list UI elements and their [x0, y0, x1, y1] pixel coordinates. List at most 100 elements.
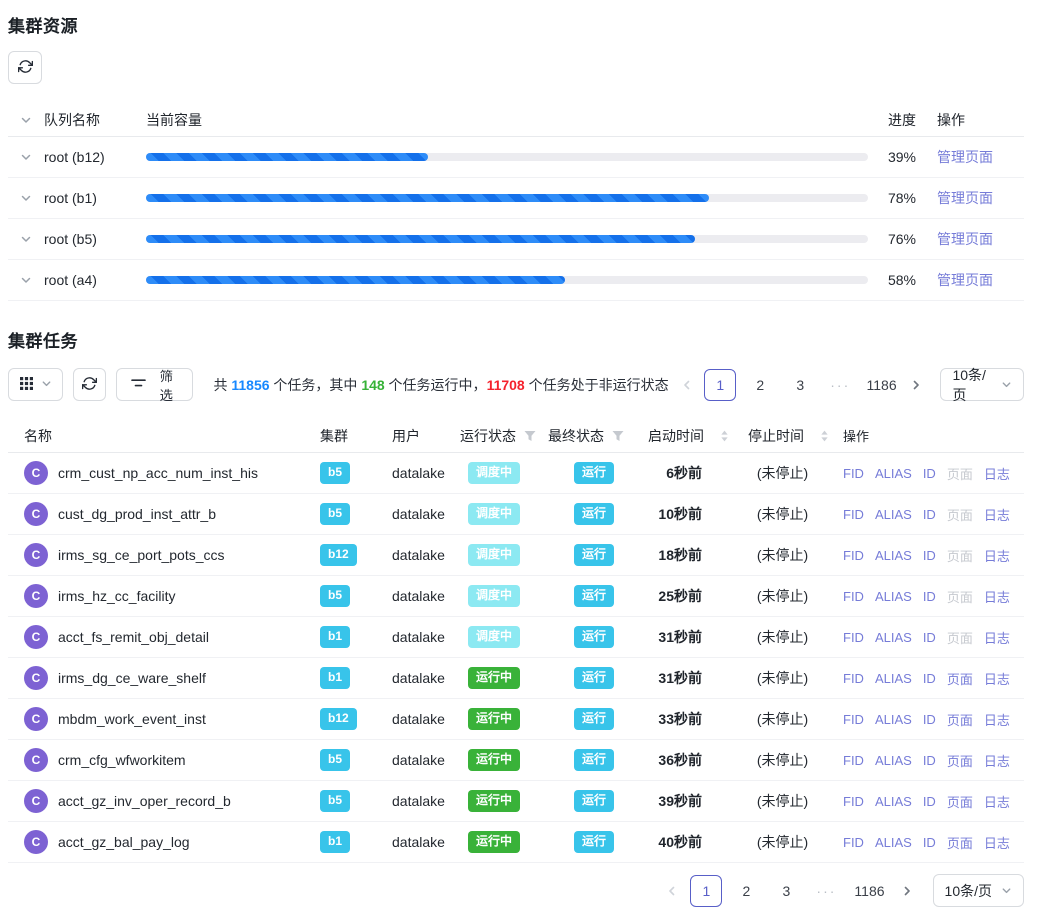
final-status-badge: 运行 — [574, 503, 614, 525]
manage-page-link[interactable]: 管理页面 — [937, 272, 993, 288]
tasks-table: 名称 集群 用户 运行状态 最终状态 启动时间 — [8, 419, 1024, 863]
filter-funnel-icon[interactable] — [612, 430, 624, 442]
id-link[interactable]: ID — [923, 466, 936, 481]
fid-link[interactable]: FID — [843, 753, 864, 768]
log-link[interactable]: 日志 — [984, 710, 1010, 729]
id-link[interactable]: ID — [923, 671, 936, 686]
id-link[interactable]: ID — [923, 589, 936, 604]
log-link[interactable]: 日志 — [984, 464, 1010, 483]
page-link[interactable]: 页面 — [947, 505, 973, 524]
pagination-page[interactable]: 2 — [744, 369, 776, 401]
fid-link[interactable]: FID — [843, 794, 864, 809]
task-user: datalake — [392, 547, 460, 563]
page-link[interactable]: 页面 — [947, 751, 973, 770]
page-link[interactable]: 页面 — [947, 792, 973, 811]
id-link[interactable]: ID — [923, 630, 936, 645]
page-size-select[interactable]: 10条/页 — [940, 368, 1024, 401]
pagination-page-current[interactable]: 1 — [690, 875, 722, 907]
final-status-badge: 运行 — [574, 462, 614, 484]
pagination-ellipsis[interactable]: ··· — [824, 369, 856, 401]
id-link[interactable]: ID — [923, 753, 936, 768]
page-link[interactable]: 页面 — [947, 833, 973, 852]
pagination-page[interactable]: 3 — [770, 875, 802, 907]
alias-link[interactable]: ALIAS — [875, 466, 912, 481]
pagination-prev-icon[interactable] — [662, 875, 682, 907]
alias-link[interactable]: ALIAS — [875, 753, 912, 768]
col-stop-time: 停止时间 — [740, 426, 835, 446]
alias-link[interactable]: ALIAS — [875, 794, 912, 809]
start-time: 25秒前 — [640, 586, 740, 606]
pagination: 1 2 3 ··· 1186 10条/页 — [679, 368, 1024, 401]
fid-link[interactable]: FID — [843, 712, 864, 727]
filter-button[interactable]: 筛选 — [116, 368, 193, 401]
pagination-page-last[interactable]: 1186 — [850, 875, 888, 907]
fid-link[interactable]: FID — [843, 671, 864, 686]
log-link[interactable]: 日志 — [984, 751, 1010, 770]
id-link[interactable]: ID — [923, 835, 936, 850]
alias-link[interactable]: ALIAS — [875, 589, 912, 604]
manage-page-link[interactable]: 管理页面 — [937, 231, 993, 247]
pagination-next-icon[interactable] — [907, 369, 925, 401]
alias-link[interactable]: ALIAS — [875, 507, 912, 522]
pagination-ellipsis[interactable]: ··· — [810, 875, 842, 907]
refresh-button[interactable] — [73, 368, 106, 401]
log-link[interactable]: 日志 — [984, 505, 1010, 524]
final-status-badge: 运行 — [574, 544, 614, 566]
collapse-all-chevron-icon[interactable] — [20, 114, 32, 126]
page-link[interactable]: 页面 — [947, 464, 973, 483]
pagination-page[interactable]: 2 — [730, 875, 762, 907]
page-link[interactable]: 页面 — [947, 628, 973, 647]
fid-link[interactable]: FID — [843, 589, 864, 604]
log-link[interactable]: 日志 — [984, 628, 1010, 647]
alias-link[interactable]: ALIAS — [875, 671, 912, 686]
filter-funnel-icon[interactable] — [524, 430, 536, 442]
pagination-page-current[interactable]: 1 — [704, 369, 736, 401]
manage-page-link[interactable]: 管理页面 — [937, 149, 993, 165]
pagination-page[interactable]: 3 — [784, 369, 816, 401]
sort-icon[interactable] — [820, 429, 829, 443]
alias-link[interactable]: ALIAS — [875, 630, 912, 645]
refresh-button[interactable] — [8, 51, 42, 84]
alias-link[interactable]: ALIAS — [875, 712, 912, 727]
log-link[interactable]: 日志 — [984, 587, 1010, 606]
alias-link[interactable]: ALIAS — [875, 548, 912, 563]
log-link[interactable]: 日志 — [984, 546, 1010, 565]
fid-link[interactable]: FID — [843, 507, 864, 522]
id-link[interactable]: ID — [923, 712, 936, 727]
alias-link[interactable]: ALIAS — [875, 835, 912, 850]
pagination-prev-icon[interactable] — [679, 369, 697, 401]
chevron-down-icon[interactable] — [20, 274, 32, 286]
fid-link[interactable]: FID — [843, 835, 864, 850]
chevron-down-icon[interactable] — [20, 192, 32, 204]
fid-link[interactable]: FID — [843, 548, 864, 563]
task-avatar: C — [24, 707, 48, 731]
manage-page-link[interactable]: 管理页面 — [937, 190, 993, 206]
id-link[interactable]: ID — [923, 507, 936, 522]
stop-time: (未停止) — [740, 709, 835, 729]
chevron-down-icon[interactable] — [20, 233, 32, 245]
task-user: datalake — [392, 506, 460, 522]
id-link[interactable]: ID — [923, 794, 936, 809]
log-link[interactable]: 日志 — [984, 792, 1010, 811]
col-capacity: 当前容量 — [146, 110, 876, 130]
pagination-next-icon[interactable] — [897, 875, 917, 907]
pagination-page-last[interactable]: 1186 — [864, 369, 899, 401]
summary-nonrunning-count: 11708 — [487, 377, 525, 393]
chevron-down-icon[interactable] — [20, 151, 32, 163]
page-link[interactable]: 页面 — [947, 669, 973, 688]
id-link[interactable]: ID — [923, 548, 936, 563]
fid-link[interactable]: FID — [843, 466, 864, 481]
fid-link[interactable]: FID — [843, 630, 864, 645]
log-link[interactable]: 日志 — [984, 833, 1010, 852]
page-link[interactable]: 页面 — [947, 546, 973, 565]
log-link[interactable]: 日志 — [984, 669, 1010, 688]
page-link[interactable]: 页面 — [947, 587, 973, 606]
page-link[interactable]: 页面 — [947, 710, 973, 729]
column-settings-button[interactable] — [8, 368, 63, 401]
stop-time: (未停止) — [740, 504, 835, 524]
page-size-select[interactable]: 10条/页 — [933, 874, 1024, 907]
sort-icon[interactable] — [720, 429, 729, 443]
task-user: datalake — [392, 670, 460, 686]
queue-row: root (a4) 58% 管理页面 — [8, 260, 1024, 301]
run-status-badge: 调度中 — [468, 462, 520, 484]
